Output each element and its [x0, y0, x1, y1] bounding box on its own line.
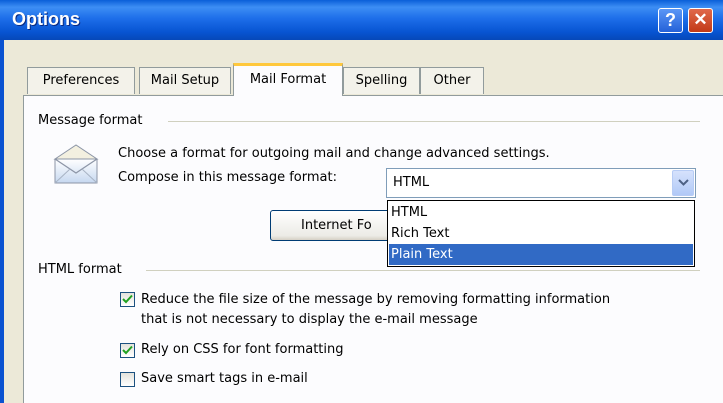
reduce-size-label-line2: that is not necessary to display the e-m…: [141, 312, 478, 327]
help-button[interactable]: ?: [658, 8, 683, 33]
dropdown-button[interactable]: [672, 170, 694, 196]
group-divider: [146, 270, 700, 271]
option-html[interactable]: HTML: [389, 202, 693, 223]
rely-css-label: Rely on CSS for font formatting: [141, 342, 344, 357]
window-border: [0, 40, 4, 403]
reduce-size-checkbox[interactable]: [120, 292, 135, 307]
smart-tags-checkbox[interactable]: [120, 372, 135, 387]
compose-format-label: Compose in this message format:: [118, 170, 337, 185]
smart-tags-label: Save smart tags in e-mail: [141, 371, 308, 386]
internet-format-label: Internet Fo: [301, 218, 372, 233]
html-format-heading: HTML format: [38, 262, 122, 277]
option-plain-text[interactable]: Plain Text: [389, 244, 693, 265]
chevron-down-icon: [678, 179, 689, 186]
envelope-icon: [53, 144, 99, 184]
compose-format-value: HTML: [393, 175, 430, 190]
format-dropdown-list[interactable]: HTML Rich Text Plain Text: [387, 200, 695, 267]
tab-mail-setup[interactable]: Mail Setup: [139, 67, 231, 94]
check-icon: [122, 345, 133, 355]
option-rich-text[interactable]: Rich Text: [389, 223, 693, 244]
check-icon: [122, 294, 133, 304]
format-description: Choose a format for outgoing mail and ch…: [118, 146, 550, 161]
reduce-size-label-line1: Reduce the file size of the message by r…: [141, 292, 611, 307]
compose-format-select[interactable]: HTML: [386, 168, 696, 198]
help-icon: ?: [665, 10, 676, 30]
close-button[interactable]: ✕: [688, 8, 713, 33]
title-bar: Options ? ✕: [0, 0, 723, 40]
close-icon: ✕: [693, 10, 708, 29]
tab-other[interactable]: Other: [420, 67, 484, 94]
tab-mail-format[interactable]: Mail Format: [233, 63, 343, 96]
rely-css-checkbox[interactable]: [120, 343, 135, 358]
tab-preferences[interactable]: Preferences: [27, 67, 135, 94]
message-format-heading: Message format: [38, 113, 143, 128]
window-title: Options: [12, 9, 80, 29]
group-divider: [168, 121, 700, 122]
tab-spelling[interactable]: Spelling: [343, 67, 420, 94]
